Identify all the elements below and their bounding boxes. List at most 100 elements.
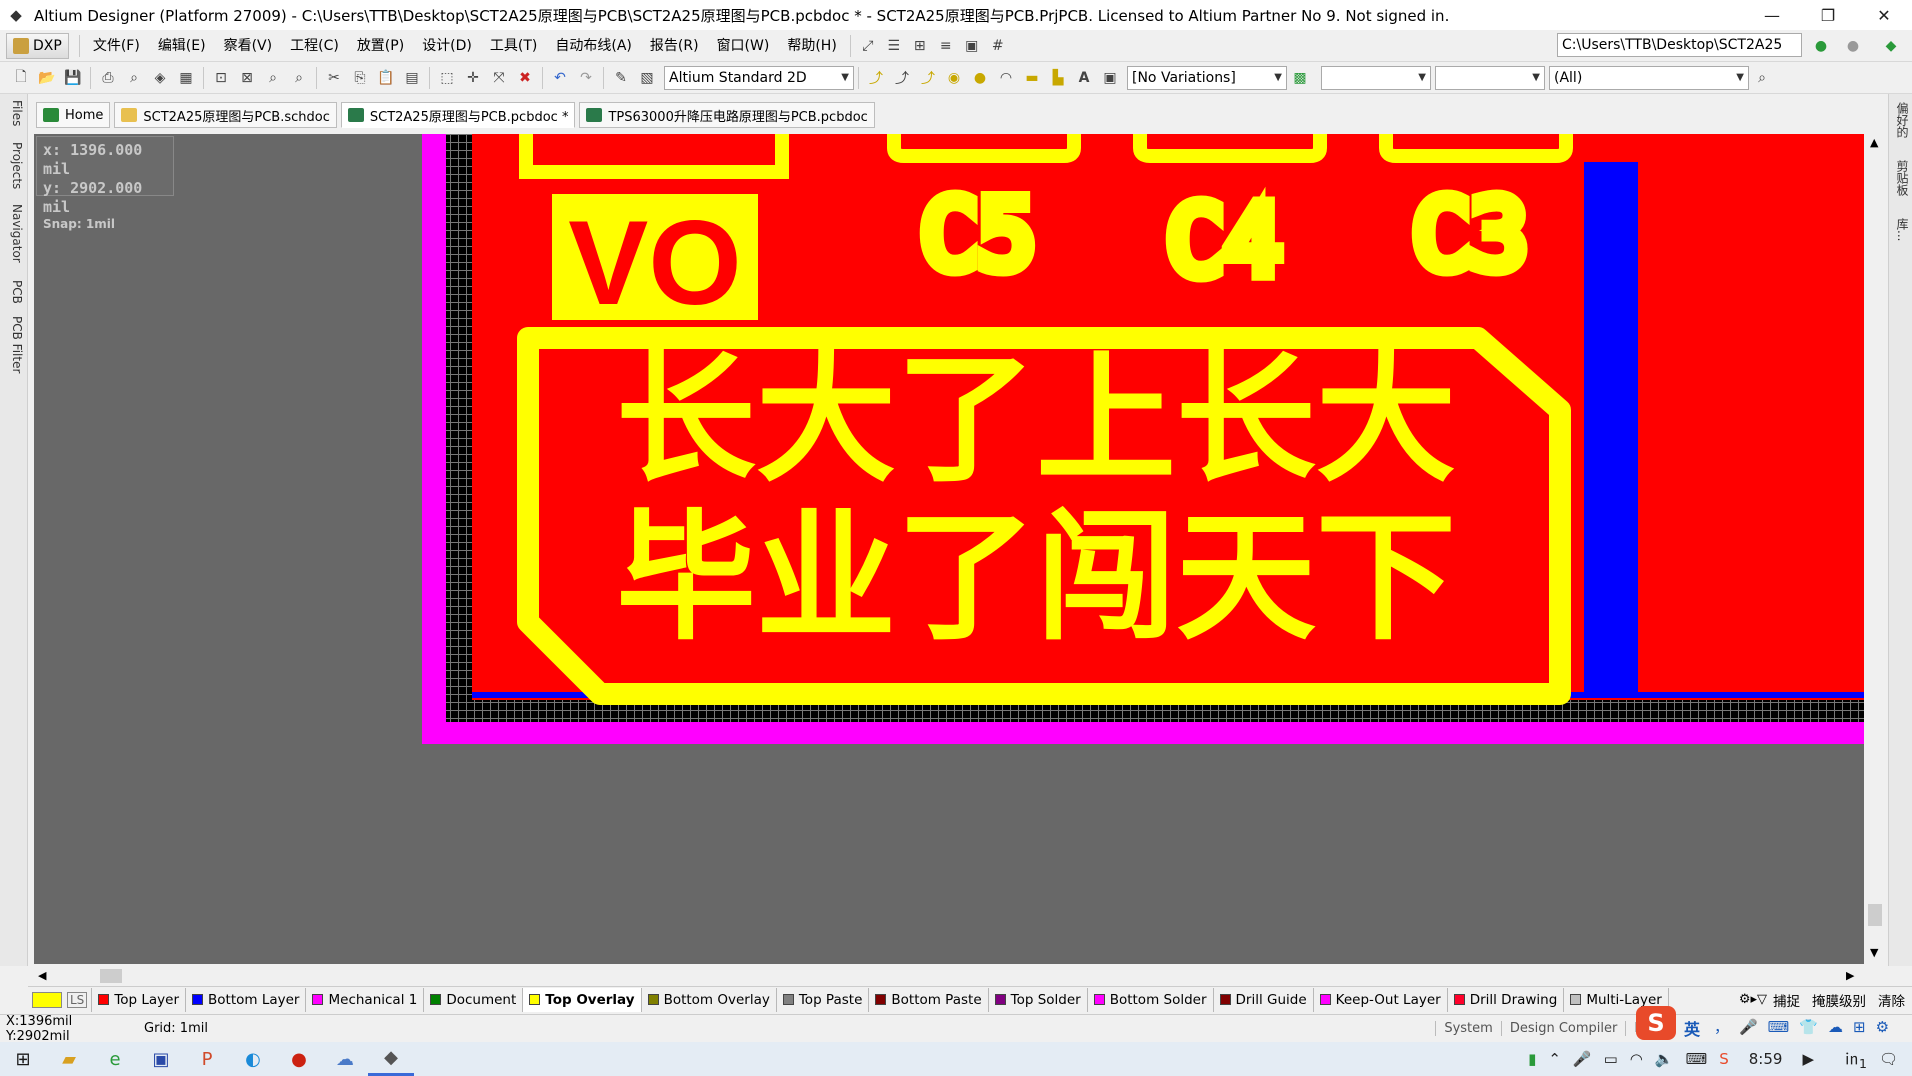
battery-app-icon[interactable]: ▮ (1528, 1050, 1536, 1068)
browse-components-icon[interactable]: ▧ (636, 67, 658, 89)
align-icon[interactable]: ☰ (883, 35, 905, 57)
deselect-icon[interactable]: ✖ (514, 67, 536, 89)
volume-icon[interactable]: 🔈 (1655, 1050, 1674, 1068)
layer-filter-icon[interactable]: ⚙▸▽ (1739, 992, 1767, 1007)
microphone-icon[interactable]: 🎤 (1573, 1050, 1592, 1068)
mask-level-button[interactable]: 掩膜级别 (1806, 988, 1872, 1012)
select-area-icon[interactable]: ⬚ (436, 67, 458, 89)
menu-view[interactable]: 察看(V) (215, 33, 282, 59)
path-dropdown[interactable]: C:\Users\TTB\Desktop\SCT2A25 (1557, 33, 1802, 57)
layer-tab-keep-out[interactable]: Keep-Out Layer (1314, 987, 1448, 1012)
net-select[interactable]: ▼ (1321, 65, 1431, 90)
save-icon[interactable]: 💾 (62, 67, 84, 89)
sogou-tray-icon[interactable]: S (1719, 1050, 1729, 1068)
zoom-filter-icon[interactable]: ⌕ (288, 67, 310, 89)
tab-schdoc[interactable]: SCT2A25原理图与PCB.schdoc (114, 102, 337, 128)
layer-tab-top-layer[interactable]: Top Layer (92, 987, 187, 1012)
print-preview-icon[interactable]: ⌕ (123, 67, 145, 89)
multi-route-icon[interactable]: ⤴ (917, 67, 939, 89)
copy-icon[interactable]: ⎘ (349, 67, 371, 89)
menu-tools[interactable]: 工具(T) (481, 33, 546, 59)
back-icon[interactable]: ● (1810, 35, 1832, 57)
pcb-workspace[interactable]: VO C5 C4 C3 长大了上长大 毕业了闯天下 (34, 134, 1864, 964)
start-icon[interactable]: ⊞ (0, 1042, 46, 1076)
zoom-selected-icon[interactable]: ⌕ (262, 67, 284, 89)
notification-badge[interactable]: ㏌1 (1844, 1048, 1867, 1071)
via-icon[interactable]: ● (969, 67, 991, 89)
view-mode-select[interactable]: Altium Standard 2D ▼ (664, 65, 854, 90)
chat-app-icon[interactable]: ☁ (322, 1042, 368, 1076)
clock[interactable]: 8:59 (1749, 1050, 1783, 1068)
fill-icon[interactable]: ▬ (1021, 67, 1043, 89)
room-icon[interactable]: ▣ (961, 35, 983, 57)
board-icon[interactable]: ▦ (175, 67, 197, 89)
vertical-scroll-thumb[interactable] (1868, 904, 1882, 926)
layer-tab-drill-drawing[interactable]: Drill Drawing (1448, 987, 1565, 1012)
panel-system-button[interactable]: System (1435, 1021, 1500, 1036)
panel-tab-navigator[interactable]: Navigator (4, 204, 24, 263)
home-nav-icon[interactable]: ◆ (1880, 35, 1902, 57)
show-desktop-icon[interactable]: ▶ (1802, 1050, 1814, 1068)
tray-expand-icon[interactable]: ⌃ (1548, 1050, 1561, 1068)
arc-icon[interactable]: ◠ (995, 67, 1017, 89)
paste-icon[interactable]: 📋 (375, 67, 397, 89)
tab-pcbdoc[interactable]: SCT2A25原理图与PCB.pcbdoc * (340, 102, 576, 128)
panel-tab-files[interactable]: Files (4, 100, 24, 126)
layer-tab-bottom-solder[interactable]: Bottom Solder (1088, 987, 1214, 1012)
layer-tab-top-paste[interactable]: Top Paste (777, 987, 870, 1012)
battery-icon[interactable]: ▭ (1604, 1050, 1618, 1068)
cut-icon[interactable]: ✂ (323, 67, 345, 89)
component-icon[interactable]: ▣ (1099, 67, 1121, 89)
grid-icon[interactable]: # (987, 35, 1009, 57)
scroll-right-icon[interactable]: ▶ (1846, 969, 1854, 982)
file-explorer-icon[interactable]: ▰ (46, 1042, 92, 1076)
filter-select[interactable]: (All) ▼ (1549, 65, 1749, 90)
layer-tab-top-solder[interactable]: Top Solder (989, 987, 1088, 1012)
scroll-up-icon[interactable]: ▲ (1870, 136, 1878, 149)
vertical-scrollbar[interactable]: ▲ ▼ (1866, 134, 1884, 964)
menu-reports[interactable]: 报告(R) (641, 33, 708, 59)
layer-tab-bottom-paste[interactable]: Bottom Paste (869, 987, 989, 1012)
distribute-icon[interactable]: ≡ (935, 35, 957, 57)
forward-icon[interactable]: ● (1842, 35, 1864, 57)
place-icon[interactable]: ⊞ (909, 35, 931, 57)
dxp-button[interactable]: DXP (6, 32, 69, 59)
panel-design-compiler-button[interactable]: Design Compiler (1500, 1021, 1626, 1036)
layer-tab-bottom-layer[interactable]: Bottom Layer (186, 987, 307, 1012)
scroll-down-icon[interactable]: ▼ (1870, 946, 1878, 959)
rubber-stamp-icon[interactable]: ▤ (401, 67, 423, 89)
open-icon[interactable]: 📂 (36, 67, 58, 89)
layer-tab-document[interactable]: Document (424, 987, 524, 1012)
minimize-button[interactable]: — (1744, 0, 1800, 30)
panel-tab-projects[interactable]: Projects (4, 142, 24, 189)
wifi-icon[interactable]: ◠ (1630, 1050, 1643, 1068)
menu-file[interactable]: 文件(F) (84, 33, 149, 59)
print-icon[interactable]: ⎙ (97, 67, 119, 89)
diff-pair-route-icon[interactable]: ⤴ (891, 67, 913, 89)
panel-tab-clipboard[interactable]: 剪贴板 (1891, 160, 1911, 196)
layer-tab-top-overlay[interactable]: Top Overlay (523, 987, 642, 1012)
panel-tab-libraries[interactable]: 库... (1891, 218, 1911, 241)
zoom-fit-icon[interactable]: ⊡ (210, 67, 232, 89)
snap-button[interactable]: 捕捉 (1767, 988, 1806, 1012)
keyboard-icon[interactable]: ⌨ (1686, 1050, 1708, 1068)
horizontal-scrollbar[interactable]: ◀ ▶ (34, 966, 1864, 986)
layer-tab-mechanical-1[interactable]: Mechanical 1 (306, 987, 425, 1012)
variant-manager-icon[interactable]: ▩ (1289, 67, 1311, 89)
undo-icon[interactable]: ↶ (549, 67, 571, 89)
zoom-area-icon[interactable]: ⊠ (236, 67, 258, 89)
class-select[interactable]: ▼ (1435, 65, 1545, 90)
menu-autoroute[interactable]: 自动布线(A) (546, 33, 641, 59)
clear-filter-icon[interactable]: ⌕ (1751, 67, 1773, 89)
interactive-route-icon[interactable]: ⤴ (865, 67, 887, 89)
altium-app-icon[interactable]: ◆ (368, 1042, 414, 1076)
menu-design[interactable]: 设计(D) (413, 33, 481, 59)
ime-mode-indicator[interactable]: 英 (1684, 1016, 1700, 1040)
menu-place[interactable]: 放置(P) (348, 33, 413, 59)
panel-tab-pcb-filter[interactable]: PCB Filter (4, 316, 24, 373)
move-icon[interactable]: ✛ (462, 67, 484, 89)
variations-select[interactable]: [No Variations] ▼ (1127, 65, 1287, 90)
layer-tab-drill-guide[interactable]: Drill Guide (1214, 987, 1314, 1012)
powerpoint-icon[interactable]: P (184, 1042, 230, 1076)
string-icon[interactable]: A (1073, 67, 1095, 89)
